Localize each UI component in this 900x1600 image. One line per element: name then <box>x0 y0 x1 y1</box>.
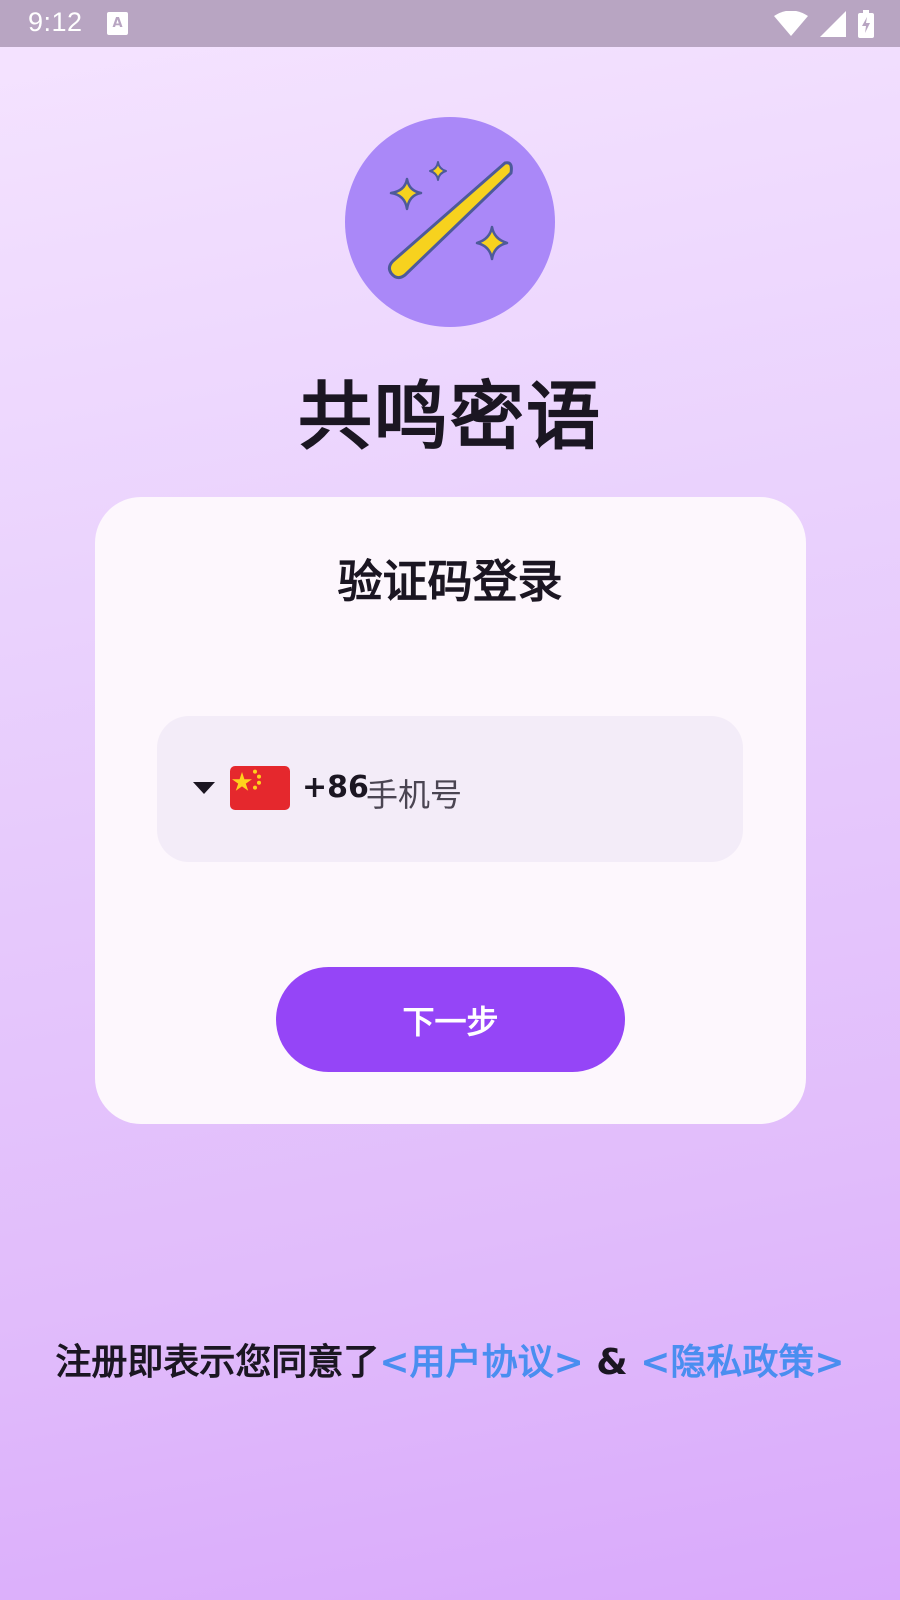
app-logo <box>345 117 555 327</box>
china-flag-icon[interactable] <box>230 766 290 810</box>
caret-down-icon[interactable] <box>193 782 215 796</box>
user-agreement-link[interactable]: <用户协议> <box>379 1342 583 1383</box>
battery-charging-icon <box>858 10 874 38</box>
agreement-separator: & <box>583 1342 641 1383</box>
status-icons <box>774 10 874 38</box>
agreement-text: 注册即表示您同意了<用户协议> & <隐私政策> <box>0 1337 900 1389</box>
agreement-prefix: 注册即表示您同意了 <box>55 1342 380 1383</box>
svg-text:A: A <box>112 16 122 31</box>
wifi-icon <box>774 11 808 36</box>
cellular-signal-icon <box>820 11 846 37</box>
privacy-policy-link[interactable]: <隐私政策> <box>640 1342 844 1383</box>
country-code[interactable]: +86 <box>302 768 369 808</box>
login-title: 验证码登录 <box>337 555 563 608</box>
magic-wand-sparkles-icon <box>387 161 513 280</box>
status-time: 9:12 <box>28 7 83 37</box>
app-title: 共鸣密语 <box>298 374 602 460</box>
phone-number-input[interactable] <box>366 772 716 818</box>
status-bar: 9:12 A <box>0 0 900 47</box>
next-step-button[interactable]: 下一步 <box>276 967 625 1072</box>
keyboard-notification-icon: A <box>107 12 128 35</box>
